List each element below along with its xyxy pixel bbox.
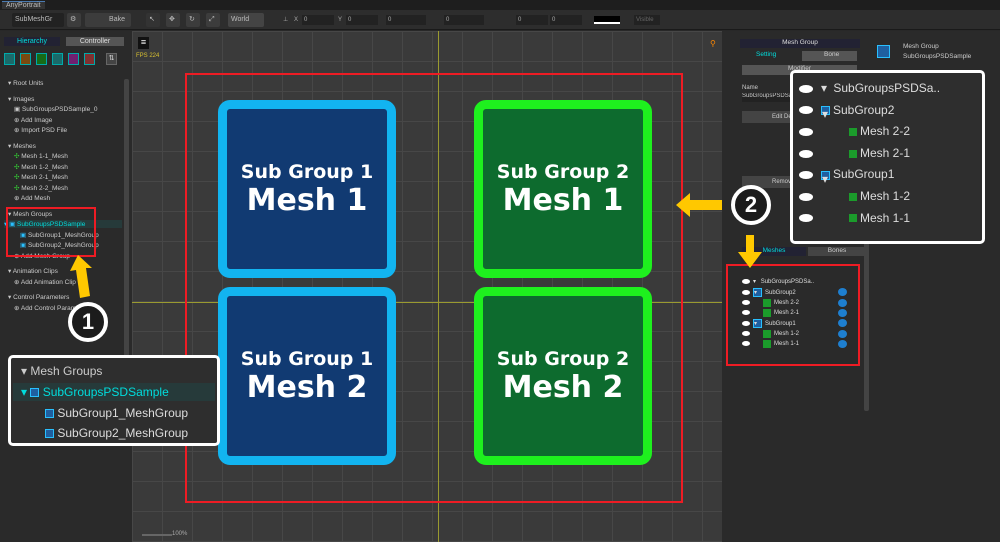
arrow-down-icon [738, 235, 762, 268]
annotation-arrows [70, 193, 762, 298]
arrow-up-icon [70, 255, 92, 298]
arrow-left-icon [676, 193, 722, 217]
